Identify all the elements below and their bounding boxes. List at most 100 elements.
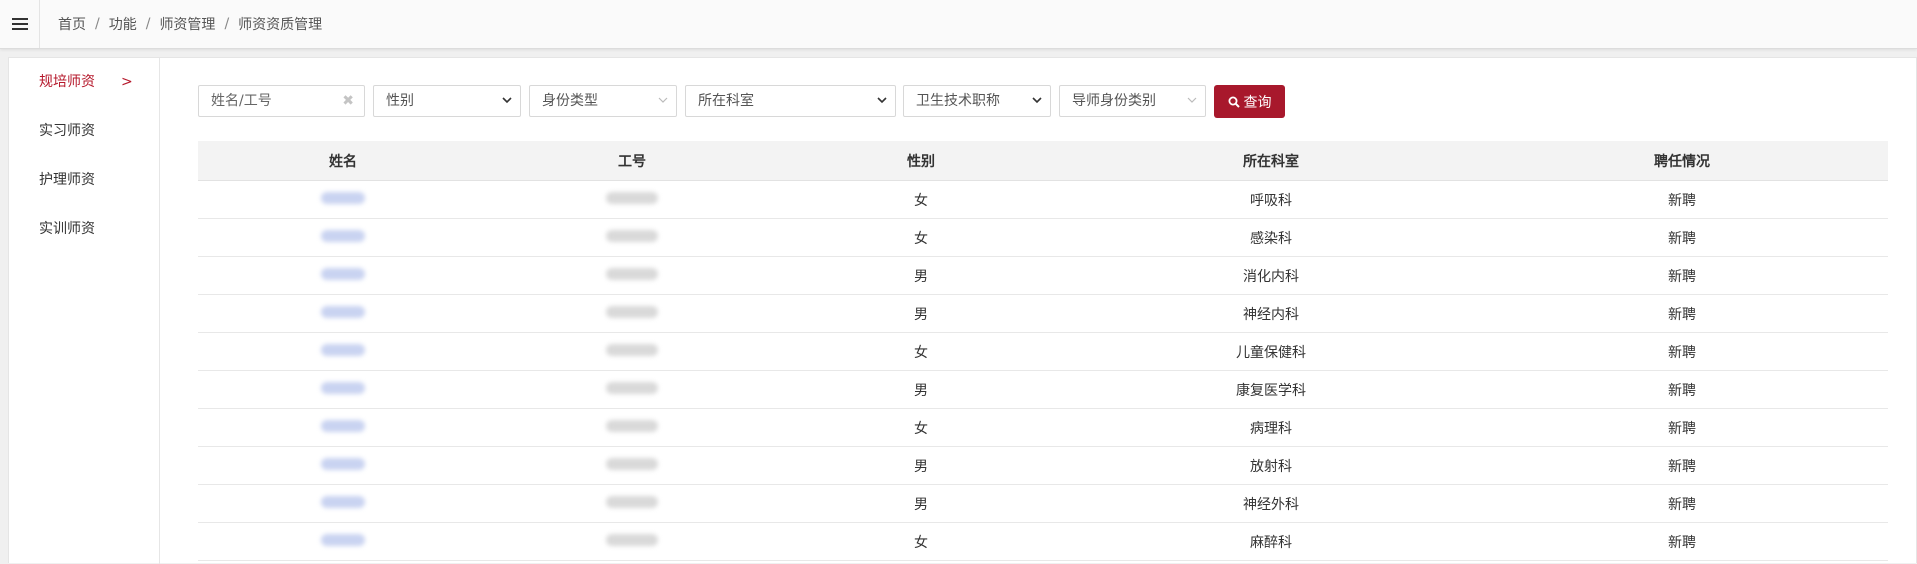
table-row[interactable]: 男 神经外科 新聘 (198, 485, 1888, 523)
cell-staff-id (488, 533, 776, 550)
sidebar-item-label: 实习师资 (39, 123, 95, 139)
cell-gender: 男 (914, 268, 928, 285)
breadcrumb-function[interactable]: 功能 (109, 14, 137, 34)
redacted-staff-id (606, 267, 658, 280)
cell-gender: 男 (914, 306, 928, 323)
cell-name[interactable] (198, 495, 488, 512)
cell-gender: 男 (914, 382, 928, 399)
cell-appointment-status: 新聘 (1668, 306, 1696, 323)
table-row[interactable]: 男 放射科 新聘 (198, 447, 1888, 485)
cell-department: 麻醉科 (1250, 534, 1292, 551)
header-department[interactable]: 所在科室 (1066, 151, 1476, 171)
table-row[interactable]: 女 感染科 新聘 (198, 219, 1888, 257)
tech-title-value: 卫生技术职称 (916, 93, 1000, 109)
redacted-name (321, 267, 365, 280)
chevron-down-icon (658, 86, 668, 127)
chevron-down-icon (877, 86, 887, 127)
redacted-name (321, 191, 365, 204)
department-select[interactable]: 所在科室 (685, 85, 896, 117)
cell-department: 感染科 (1250, 230, 1292, 247)
chevron-down-icon (1187, 86, 1197, 127)
cell-staff-id (488, 343, 776, 360)
sidebar-item-internship-teachers[interactable]: 实习师资 (9, 107, 159, 156)
header-gender[interactable]: 性别 (776, 151, 1066, 171)
name-id-placeholder: 姓名/工号 (211, 93, 272, 109)
header-name[interactable]: 姓名 (198, 151, 488, 171)
search-button-label: 查询 (1243, 94, 1272, 111)
header-appointment-status[interactable]: 聘任情况 (1476, 151, 1888, 171)
sidebar-item-nursing-teachers[interactable]: 护理师资 (9, 156, 159, 205)
sidebar-item-label: 护理师资 (39, 172, 95, 188)
identity-type-select[interactable]: 身份类型 (529, 85, 677, 117)
redacted-staff-id (606, 381, 658, 394)
name-id-search-input[interactable]: 姓名/工号 ✖ (198, 85, 365, 117)
table-row[interactable]: 女 儿童保健科 新聘 (198, 333, 1888, 371)
redacted-staff-id (606, 495, 658, 508)
hamburger-menu-button[interactable] (0, 0, 40, 48)
cell-name[interactable] (198, 267, 488, 284)
table-row[interactable]: 女 麻醉科 新聘 (198, 523, 1888, 561)
cell-name[interactable] (198, 419, 488, 436)
redacted-staff-id (606, 419, 658, 432)
cell-gender: 女 (914, 230, 928, 247)
gender-select[interactable]: 性别 (373, 85, 521, 117)
redacted-name (321, 457, 365, 470)
cell-staff-id (488, 191, 776, 208)
search-icon (1228, 96, 1240, 108)
cell-appointment-status: 新聘 (1668, 458, 1696, 475)
cell-staff-id (488, 419, 776, 436)
table-row[interactable]: 男 康复医学科 新聘 (198, 371, 1888, 409)
cell-name[interactable] (198, 533, 488, 550)
cell-department: 病理科 (1250, 420, 1292, 437)
redacted-name (321, 533, 365, 546)
cell-department: 消化内科 (1243, 268, 1299, 285)
cell-gender: 男 (914, 458, 928, 475)
redacted-staff-id (606, 229, 658, 242)
cell-staff-id (488, 495, 776, 512)
redacted-staff-id (606, 533, 658, 546)
cell-gender: 女 (914, 344, 928, 361)
breadcrumb-home[interactable]: 首页 (58, 14, 86, 34)
search-button[interactable]: 查询 (1214, 85, 1285, 118)
cell-staff-id (488, 381, 776, 398)
cell-department: 神经外科 (1243, 496, 1299, 513)
redacted-name (321, 495, 365, 508)
cell-name[interactable] (198, 305, 488, 322)
sidebar-item-residency-teachers[interactable]: 规培师资 > (9, 58, 159, 107)
cell-appointment-status: 新聘 (1668, 192, 1696, 209)
breadcrumb-separator: / (145, 16, 151, 32)
table-row[interactable]: 男 神经内科 新聘 (198, 295, 1888, 333)
cell-appointment-status: 新聘 (1668, 344, 1696, 361)
cell-name[interactable] (198, 381, 488, 398)
table-row[interactable]: 男 消化内科 新聘 (198, 257, 1888, 295)
cell-name[interactable] (198, 191, 488, 208)
department-select-value: 所在科室 (698, 93, 754, 109)
chevron-down-icon (502, 86, 512, 127)
table-row[interactable]: 女 病理科 新聘 (198, 409, 1888, 447)
cell-name[interactable] (198, 229, 488, 246)
redacted-name (321, 229, 365, 242)
content-panel: 规培师资 > 实习师资 护理师资 实训师资 姓名/工号 ✖ 性别 身份类型 所在… (8, 57, 1917, 564)
cell-department: 呼吸科 (1250, 192, 1292, 209)
table-body: 女呼吸科 新聘女感染科 新聘男消化内科 新聘男神经内科 新聘女儿童保健科 新聘男康复医学科… (198, 181, 1888, 561)
chevron-right-icon: > (121, 74, 133, 90)
sidebar-item-training-teachers[interactable]: 实训师资 (9, 205, 159, 254)
header-staff-id[interactable]: 工号 (488, 151, 776, 171)
redacted-staff-id (606, 343, 658, 356)
cell-appointment-status: 新聘 (1668, 268, 1696, 285)
breadcrumb: 首页 / 功能 / 师资管理 / 师资资质管理 (40, 14, 322, 34)
redacted-name (321, 381, 365, 394)
gender-select-value: 性别 (386, 93, 414, 109)
cell-department: 放射科 (1250, 458, 1292, 475)
cell-name[interactable] (198, 457, 488, 474)
clear-icon[interactable]: ✖ (342, 86, 354, 116)
sidebar-item-label: 规培师资 (39, 74, 95, 90)
identity-type-value: 身份类型 (542, 93, 598, 109)
main-area: 姓名/工号 ✖ 性别 身份类型 所在科室 卫生技术职称 导师身份类别 查询 姓名… (160, 58, 1916, 564)
mentor-category-select[interactable]: 导师身份类别 (1059, 85, 1206, 117)
cell-staff-id (488, 457, 776, 474)
tech-title-select[interactable]: 卫生技术职称 (903, 85, 1051, 117)
table-row[interactable]: 女 呼吸科 新聘 (198, 181, 1888, 219)
breadcrumb-teacher-management[interactable]: 师资管理 (159, 14, 215, 34)
cell-name[interactable] (198, 343, 488, 360)
